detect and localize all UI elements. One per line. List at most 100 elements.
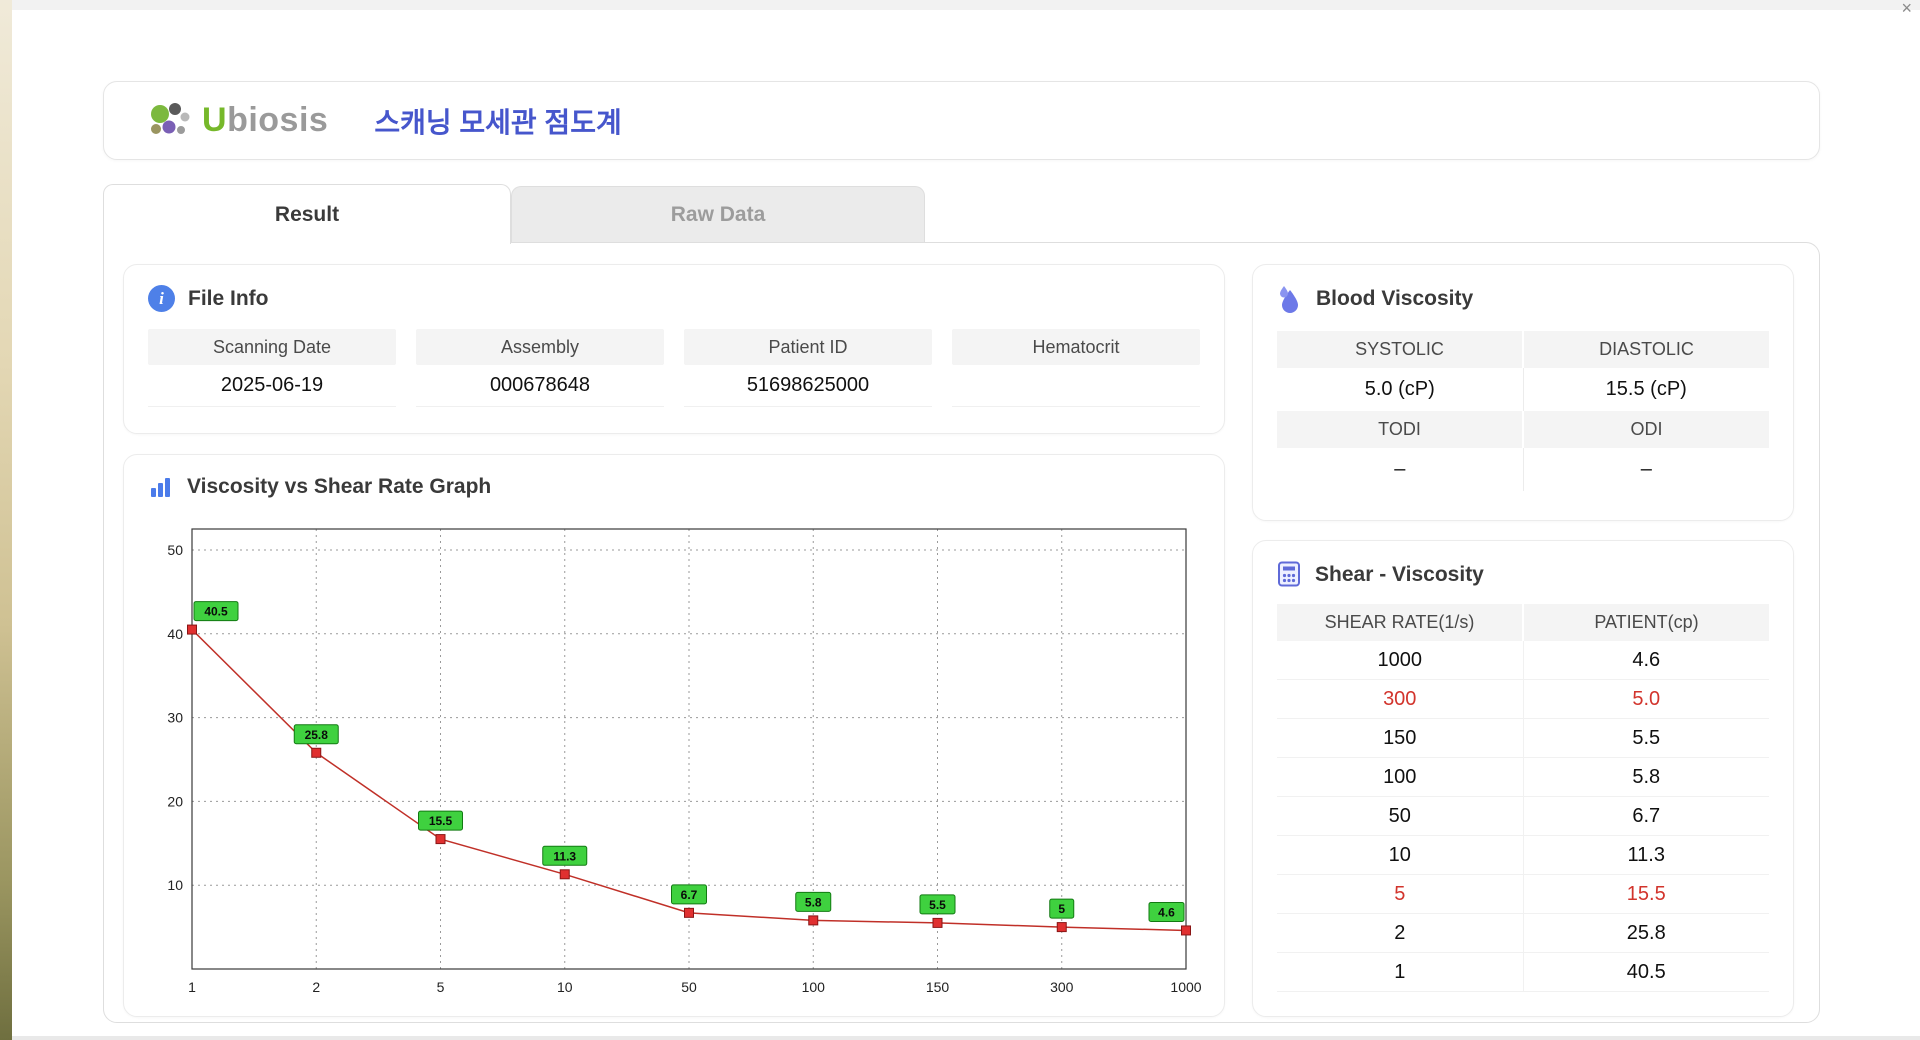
bar-chart-icon: [151, 478, 170, 497]
x-tick-label: 300: [1050, 979, 1074, 995]
viscosity-chart-svg: 10 20 30 40 50 1 2 5 10 50 100 150 300 1000 40.5 25.8 15…: [167, 528, 1202, 995]
data-point-marker: [1181, 925, 1191, 936]
patient-viscosity-cell: 4.6: [1522, 641, 1770, 679]
table-row: 1000 4.6: [1277, 641, 1769, 680]
data-point-marker: [808, 915, 819, 926]
file-info-title: File Info: [188, 286, 269, 310]
file-info-field-label: Assembly: [416, 329, 664, 365]
file-info-title-row: i File Info: [148, 285, 1200, 312]
file-info-field: Patient ID 51698625000: [684, 329, 932, 407]
blood-viscosity-section: Blood Viscosity SYSTOLIC DIASTOLIC 5.0 (cP…: [1252, 264, 1794, 521]
point-label: 40.5: [204, 605, 228, 619]
table-row: 5 15.5: [1277, 875, 1769, 914]
blood-viscosity-header-cell: TODI: [1277, 411, 1522, 448]
file-info-field: Hematocrit: [952, 329, 1200, 407]
blood-viscosity-value-row: – –: [1277, 448, 1769, 491]
point-label: 5.8: [805, 895, 822, 909]
y-tick-label: 30: [167, 710, 183, 726]
blood-viscosity-title-row: Blood Viscosity: [1277, 285, 1769, 313]
shear-rate-cell: 2: [1394, 921, 1406, 944]
patient-viscosity-cell: 5.5: [1522, 719, 1770, 757]
y-tick-label: 40: [167, 626, 183, 642]
data-point-marker: [1056, 922, 1067, 933]
blood-viscosity-header-cell: SYSTOLIC: [1277, 331, 1522, 368]
tab-raw-data[interactable]: Raw Data: [511, 186, 925, 243]
point-label: 6.7: [681, 888, 698, 902]
y-tick-label: 10: [167, 877, 183, 893]
blood-viscosity-value-cell: –: [1394, 458, 1406, 480]
desktop-edge-left: [0, 0, 12, 1040]
table-row: 100 5.8: [1277, 758, 1769, 797]
close-icon[interactable]: ×: [1901, 0, 1912, 19]
patient-viscosity-cell: 11.3: [1522, 836, 1770, 874]
x-tick-label: 2: [312, 979, 320, 995]
x-tick-label: 50: [681, 979, 697, 995]
blood-viscosity-value-cell: –: [1522, 448, 1770, 491]
x-tick-label: 100: [802, 979, 826, 995]
logo-text-rest: biosis: [227, 101, 329, 139]
shear-rate-cell: 100: [1383, 765, 1417, 788]
patient-viscosity-cell: 15.5: [1522, 875, 1770, 913]
shear-rate-cell: 150: [1383, 726, 1417, 749]
calculator-icon: [1278, 561, 1300, 587]
data-point-marker: [435, 834, 446, 845]
content-panel: i File Info Scanning Date 2025-06-19 Assem…: [103, 242, 1820, 1023]
blood-drop-icon: [1280, 286, 1298, 313]
table-row: 2 25.8: [1277, 914, 1769, 953]
file-info-field: Scanning Date 2025-06-19: [148, 329, 396, 407]
file-info-field-value: 2025-06-19: [148, 365, 396, 407]
shear-table-header-cell: SHEAR RATE(1/s): [1277, 604, 1522, 641]
patient-viscosity-cell: 40.5: [1522, 953, 1770, 991]
shear-viscosity-section: Shear - Viscosity SHEAR RATE(1/s) PATIENT…: [1252, 540, 1794, 1017]
table-row: 1 40.5: [1277, 953, 1769, 992]
desktop-edge-bottom: [0, 1036, 1920, 1040]
table-row: 10 11.3: [1277, 836, 1769, 875]
y-tick-label: 20: [167, 793, 183, 809]
blood-viscosity-header-row: TODI ODI: [1277, 411, 1769, 448]
logo-text: Ubiosis: [202, 101, 328, 140]
graph-section: Viscosity vs Shear Rate Graph 10 20 30 40 50…: [123, 454, 1225, 1017]
shear-table-header-cell: PATIENT(cp): [1524, 604, 1769, 641]
shear-rate-cell: 1: [1394, 960, 1406, 983]
file-info-field-value: 000678648: [416, 365, 664, 407]
point-label: 4.6: [1158, 905, 1175, 919]
patient-viscosity-cell: 6.7: [1522, 797, 1770, 835]
blood-viscosity-value-row: 5.0 (cP) 15.5 (cP): [1277, 368, 1769, 411]
shear-viscosity-title-row: Shear - Viscosity: [1277, 561, 1769, 588]
blood-viscosity-header-row: SYSTOLIC DIASTOLIC: [1277, 331, 1769, 368]
blood-viscosity-table: SYSTOLIC DIASTOLIC 5.0 (cP) 15.5 (cP) TODI OD…: [1277, 331, 1769, 491]
desktop-edge-top: [0, 0, 1920, 10]
blood-viscosity-header-cell: DIASTOLIC: [1524, 331, 1769, 368]
blood-viscosity-value-cell: 5.0 (cP): [1364, 378, 1435, 400]
shear-rate-cell: 50: [1388, 804, 1411, 827]
file-info-field-label: Patient ID: [684, 329, 932, 365]
shear-table-header-row: SHEAR RATE(1/s) PATIENT(cp): [1277, 604, 1769, 641]
shear-rate-cell: 300: [1383, 687, 1417, 710]
logo-text-u: U: [202, 101, 228, 139]
x-tick-label: 1000: [1170, 979, 1201, 995]
file-info-field-value: 51698625000: [684, 365, 932, 407]
tab-result[interactable]: Result: [103, 184, 511, 244]
file-info-field: Assembly 000678648: [416, 329, 664, 407]
table-row: 150 5.5: [1277, 719, 1769, 758]
x-tick-label: 10: [557, 979, 573, 995]
point-label: 5: [1058, 902, 1065, 916]
point-label: 25.8: [305, 728, 329, 742]
data-point-marker: [684, 907, 694, 918]
point-label: 5.5: [929, 898, 946, 912]
table-row: 50 6.7: [1277, 797, 1769, 836]
x-tick-label: 150: [926, 979, 950, 995]
ubiosis-logo-icon: [151, 102, 190, 134]
y-tick-label: 50: [167, 542, 183, 558]
x-tick-label: 1: [188, 979, 196, 995]
graph-title: Viscosity vs Shear Rate Graph: [187, 475, 492, 498]
file-info-fields: Scanning Date 2025-06-19 Assembly 000678648…: [148, 329, 1200, 407]
shear-rate-cell: 1000: [1377, 648, 1423, 671]
ubiosis-logo: Ubiosis: [146, 100, 328, 142]
data-point-marker: [932, 917, 943, 928]
x-tick-label: 5: [437, 979, 445, 995]
app-header: Ubiosis 스캐닝 모세관 점도계: [103, 81, 1820, 160]
data-point-marker: [311, 747, 322, 758]
blood-viscosity-value-cell: 15.5 (cP): [1522, 368, 1770, 411]
table-row: 300 5.0: [1277, 680, 1769, 719]
